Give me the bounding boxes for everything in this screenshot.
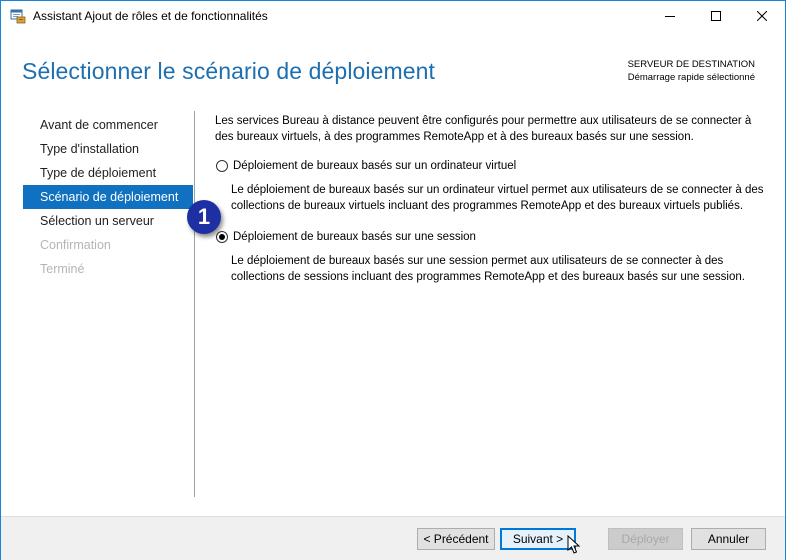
- deploy-button: Déployer: [608, 528, 683, 550]
- destination-server: SERVEUR DE DESTINATION Démarrage rapide …: [628, 58, 755, 84]
- option-session-label[interactable]: Déploiement de bureaux basés sur une ses…: [233, 231, 476, 243]
- cancel-button[interactable]: Annuler: [691, 528, 766, 550]
- maximize-icon: [711, 11, 721, 21]
- option-virtual-machine-label[interactable]: Déploiement de bureaux basés sur un ordi…: [233, 160, 516, 172]
- nav-divider: [194, 111, 195, 497]
- page-title: Sélectionner le scénario de déploiement: [22, 58, 436, 84]
- wizard-nav: Avant de commencer Type d'installation T…: [23, 113, 193, 281]
- wizard-window: Assistant Ajout de rôles et de fonctionn…: [0, 0, 786, 560]
- server-manager-icon: [10, 9, 26, 24]
- next-button[interactable]: Suivant >: [500, 528, 576, 550]
- title-bar: Assistant Ajout de rôles et de fonctionn…: [1, 1, 785, 32]
- footer-bar: < Précédent Suivant > Déployer Annuler: [1, 516, 785, 560]
- option-session[interactable]: Déploiement de bureaux basés sur une ses…: [215, 229, 771, 245]
- minimize-icon: [665, 16, 675, 17]
- nav-item-type-installation[interactable]: Type d'installation: [23, 137, 193, 161]
- option-session-description: Le déploiement de bureaux basés sur une …: [231, 255, 745, 283]
- nav-item-termine: Terminé: [40, 262, 85, 276]
- nav-item-type-deploiement[interactable]: Type de déploiement: [23, 161, 193, 185]
- option-virtual-machine-description: Le déploiement de bureaux basés sur un o…: [231, 184, 764, 212]
- nav-item-avant-de-commencer[interactable]: Avant de commencer: [23, 113, 193, 137]
- previous-button[interactable]: < Précédent: [417, 528, 495, 550]
- radio-virtual-machine[interactable]: [216, 160, 228, 172]
- content-panel: Les services Bureau à distance peuvent ê…: [215, 113, 771, 285]
- option-virtual-machine[interactable]: Déploiement de bureaux basés sur un ordi…: [215, 158, 771, 174]
- destination-label: SERVEUR DE DESTINATION: [627, 59, 755, 70]
- nav-item-scenario-deploiement[interactable]: Scénario de déploiement: [23, 185, 193, 209]
- mouse-cursor-icon: [567, 535, 581, 554]
- step-badge: 1: [187, 200, 221, 234]
- maximize-button[interactable]: [693, 1, 739, 31]
- minimize-button[interactable]: [647, 1, 693, 31]
- close-button[interactable]: [739, 1, 785, 31]
- nav-item-confirmation: Confirmation: [40, 238, 111, 252]
- radio-session[interactable]: [216, 231, 228, 243]
- nav-item-selection-serveur[interactable]: Sélection un serveur: [23, 209, 193, 233]
- close-icon: [757, 11, 767, 21]
- window-title: Assistant Ajout de rôles et de fonctionn…: [33, 9, 268, 23]
- destination-value: Démarrage rapide sélectionné: [627, 72, 755, 83]
- intro-text: Les services Bureau à distance peuvent ê…: [215, 115, 752, 143]
